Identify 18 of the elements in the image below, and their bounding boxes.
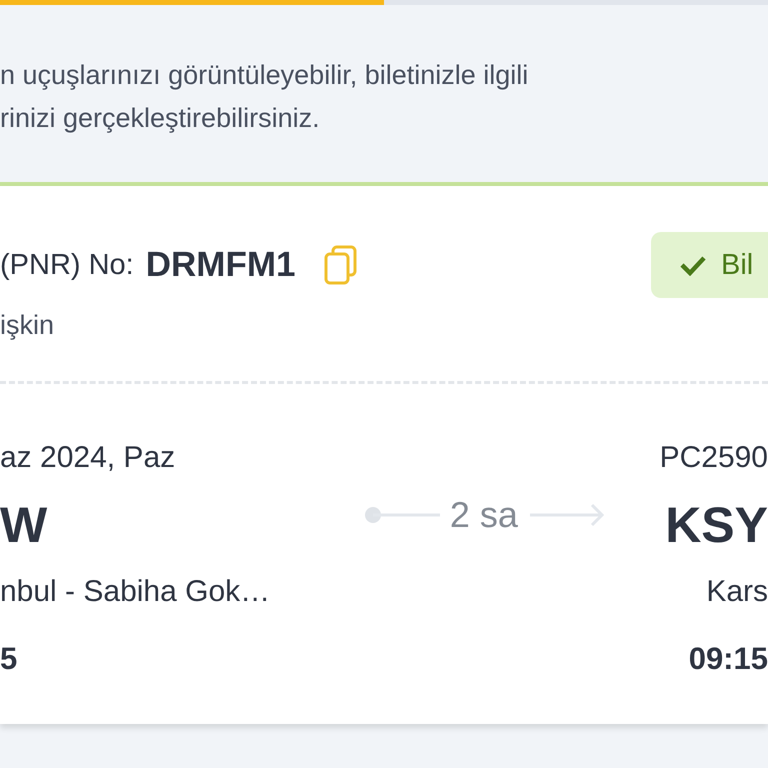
airport-code: W (0, 496, 48, 555)
flight-date: az 2024, Paz (0, 440, 176, 476)
status-text: Bil (721, 248, 754, 282)
flight-number: PC2590 (660, 440, 768, 476)
pnr-label: (PNR) No: (0, 248, 134, 282)
pnr-code: DRMFM1 (146, 245, 296, 285)
arrow-icon (528, 502, 606, 528)
airport-code: KSY (665, 496, 768, 555)
info-text: n uçuşlarınızı görüntüleyebilir, biletinizle ilgili rinizi gerçekleştirebilirsiniz. (0, 58, 528, 135)
airport-name: nbul - Sabiha Gok… (0, 574, 270, 610)
dot-line-icon (364, 505, 440, 525)
flight-duration: 2 sa (450, 494, 518, 536)
passenger-name: işkin (0, 310, 56, 341)
arrival-time: 09:15 (688, 640, 768, 678)
copy-icon[interactable] (323, 245, 360, 285)
check-icon (679, 254, 707, 276)
airport-name: Kars (706, 574, 768, 610)
departure-time: 5 (0, 640, 18, 678)
